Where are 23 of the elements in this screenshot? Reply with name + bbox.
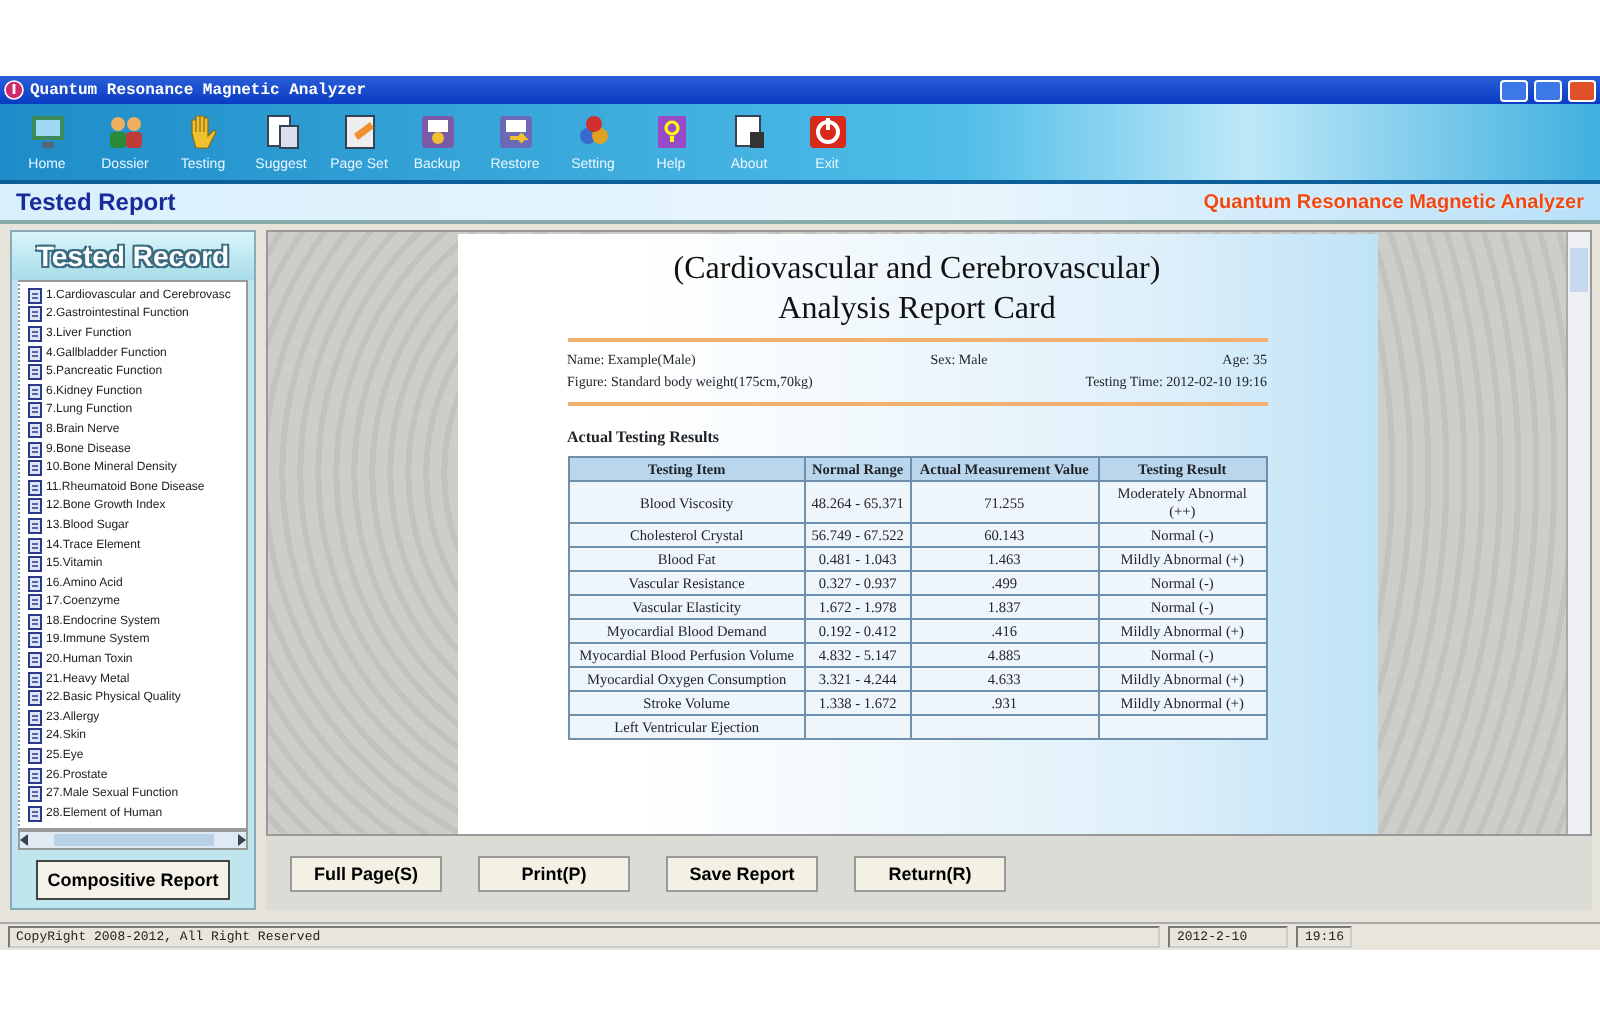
- minimize-button[interactable]: [1500, 79, 1528, 101]
- restore-button[interactable]: [1534, 79, 1562, 101]
- horizontal-scrollbar[interactable]: [18, 830, 248, 850]
- section-title: Actual Testing Results: [567, 426, 722, 450]
- window-title: Quantum Resonance Magnetic Analyzer: [30, 81, 367, 99]
- report-title: Analysis Report Card: [776, 290, 1058, 330]
- scrollbar-thumb[interactable]: [1570, 248, 1588, 292]
- action-button[interactable]: Save Report: [666, 856, 818, 892]
- scrollbar-thumb[interactable]: [53, 834, 213, 846]
- action-button[interactable]: Print(P): [478, 856, 630, 892]
- action-button[interactable]: Return(R): [854, 856, 1006, 892]
- power-icon: [805, 110, 849, 154]
- sidebar-title: Tested Record: [36, 240, 230, 272]
- right-arrow-icon[interactable]: [236, 834, 246, 846]
- app-logo-icon: [4, 80, 24, 100]
- left-arrow-icon[interactable]: [20, 834, 30, 846]
- vertical-scrollbar[interactable]: [1566, 232, 1590, 834]
- report-title: (Cardiovascular and Cerebrovascular): [671, 250, 1163, 290]
- action-button[interactable]: Full Page(S): [290, 856, 442, 892]
- compositive-report-button[interactable]: Compositive Report: [35, 859, 231, 899]
- close-button[interactable]: [1568, 79, 1596, 101]
- brand-title: Quantum Resonance Magnetic Analyzer: [1203, 191, 1584, 213]
- page-title: Tested Report: [16, 188, 176, 216]
